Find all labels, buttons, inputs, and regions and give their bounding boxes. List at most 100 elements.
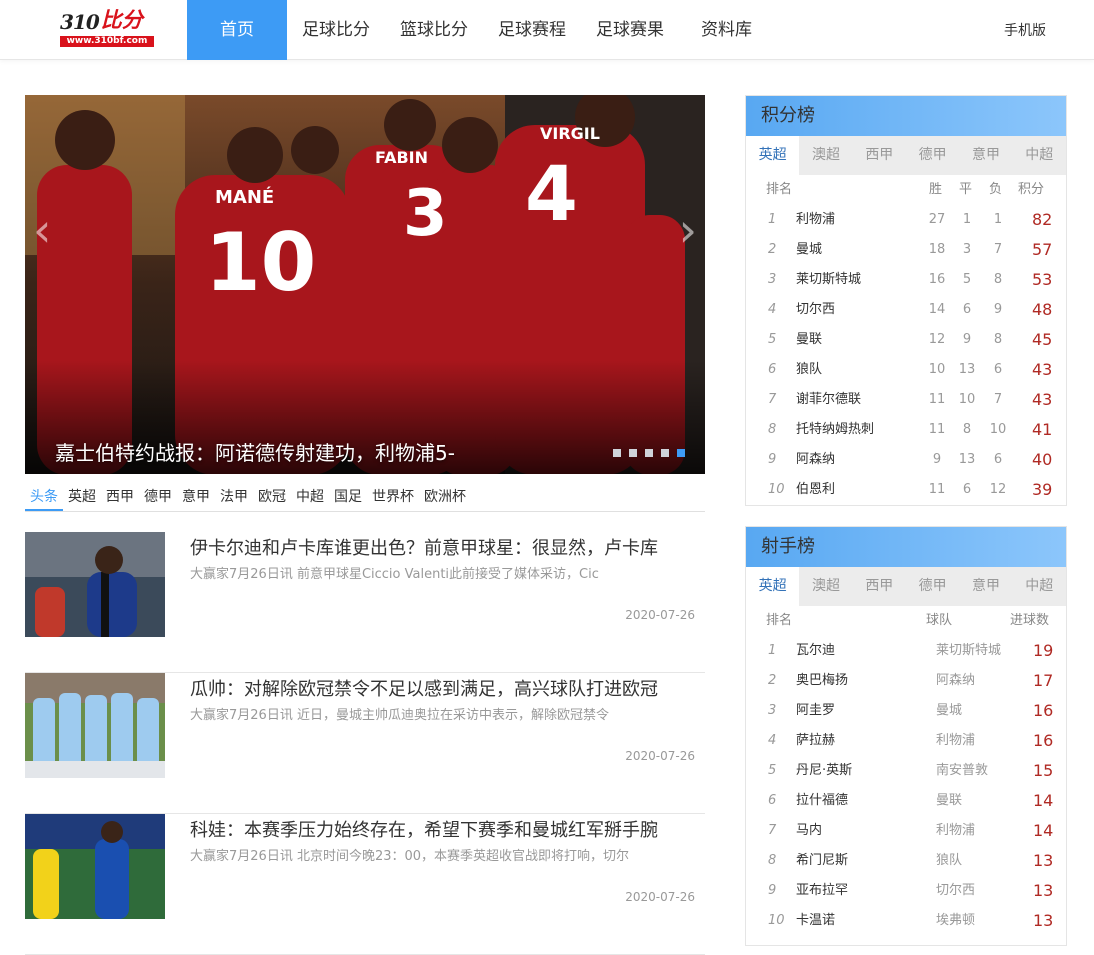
col-rank: 排名 [766, 182, 793, 197]
scorers-team[interactable]: 阿森纳 [936, 666, 975, 696]
carousel-prev-icon[interactable]: ‹ [33, 203, 51, 257]
scorers-row[interactable]: 8 希门尼斯 狼队 13 [746, 846, 1066, 876]
standings-team[interactable]: 托特纳姆热刺 [796, 415, 874, 445]
standings-team[interactable]: 曼城 [796, 235, 822, 265]
standings-tab-la-liga[interactable]: 西甲 [853, 136, 906, 175]
scorers-team[interactable]: 曼联 [936, 786, 962, 816]
nav-football-schedule[interactable]: 足球赛程 [483, 0, 581, 60]
standings-team[interactable]: 曼联 [796, 325, 822, 355]
scorers-row[interactable]: 10 卡温诺 埃弗顿 13 [746, 906, 1066, 936]
standings-row[interactable]: 6 狼队 10 13 6 43 [746, 355, 1066, 385]
mobile-version-link[interactable]: 手机版 [1004, 20, 1046, 40]
site-logo[interactable]: 310 比分 www.310bf.com [58, 8, 154, 48]
scorers-team[interactable]: 埃弗顿 [936, 906, 975, 936]
scorers-player[interactable]: 瓦尔迪 [796, 636, 835, 666]
scorers-player[interactable]: 亚布拉罕 [796, 876, 848, 906]
nav-basketball-scores[interactable]: 篮球比分 [385, 0, 483, 60]
scorers-tab-bundesliga[interactable]: 德甲 [906, 567, 959, 606]
standings-team[interactable]: 狼队 [796, 355, 822, 385]
standings-tab-a-league[interactable]: 澳超 [799, 136, 852, 175]
tab-premier-league[interactable]: 英超 [63, 480, 101, 511]
carousel-dot[interactable] [661, 449, 669, 457]
scorers-row[interactable]: 9 亚布拉罕 切尔西 13 [746, 876, 1066, 906]
scorers-team[interactable]: 利物浦 [936, 726, 975, 756]
scorers-team[interactable]: 曼城 [936, 696, 962, 726]
news-thumbnail[interactable] [25, 673, 165, 778]
scorers-player[interactable]: 萨拉赫 [796, 726, 835, 756]
scorers-team[interactable]: 莱切斯特城 [936, 636, 1001, 666]
scorers-row[interactable]: 5 丹尼·英斯 南安普敦 15 [746, 756, 1066, 786]
standings-row[interactable]: 2 曼城 18 3 7 57 [746, 235, 1066, 265]
scorers-player[interactable]: 丹尼·英斯 [796, 756, 852, 786]
tab-bundesliga[interactable]: 德甲 [139, 480, 177, 511]
news-carousel[interactable]: MANÉ 10 FABIN 3 VIRGIL 4 ‹ › 嘉士伯特约战报：阿诺德… [25, 95, 705, 474]
scorers-player[interactable]: 卡温诺 [796, 906, 835, 936]
standings-tab-epl[interactable]: 英超 [746, 136, 800, 175]
scorers-row[interactable]: 7 马内 利物浦 14 [746, 816, 1066, 846]
scorers-team[interactable]: 南安普敦 [936, 756, 988, 786]
scorers-tab-csl[interactable]: 中超 [1013, 567, 1066, 606]
scorers-team[interactable]: 切尔西 [936, 876, 975, 906]
standings-team[interactable]: 切尔西 [796, 295, 835, 325]
tab-champions-league[interactable]: 欧冠 [253, 480, 291, 511]
standings-team[interactable]: 阿森纳 [796, 445, 835, 475]
standings-tab-serie-a[interactable]: 意甲 [959, 136, 1012, 175]
tab-ligue-1[interactable]: 法甲 [215, 480, 253, 511]
news-thumbnail[interactable] [25, 814, 165, 919]
standings-tab-bundesliga[interactable]: 德甲 [906, 136, 959, 175]
news-item[interactable]: 科娃：本赛季压力始终存在，希望下赛季和曼城红军掰手腕 大赢家7月26日讯 北京时… [25, 814, 705, 955]
standings-row[interactable]: 1 利物浦 27 1 1 82 [746, 205, 1066, 235]
scorers-tab-la-liga[interactable]: 西甲 [853, 567, 906, 606]
scorers-tab-serie-a[interactable]: 意甲 [959, 567, 1012, 606]
tab-world-cup[interactable]: 世界杯 [367, 480, 419, 511]
carousel-dot[interactable] [629, 449, 637, 457]
scorers-player[interactable]: 马内 [796, 816, 822, 846]
standings-team[interactable]: 莱切斯特城 [796, 265, 861, 295]
scorers-player[interactable]: 拉什福德 [796, 786, 848, 816]
standings-team[interactable]: 伯恩利 [796, 475, 835, 505]
scorers-row[interactable]: 4 萨拉赫 利物浦 16 [746, 726, 1066, 756]
standings-tab-csl[interactable]: 中超 [1013, 136, 1066, 175]
nav-football-results[interactable]: 足球赛果 [581, 0, 679, 60]
news-item[interactable]: 瓜帅：对解除欧冠禁令不足以感到满足，高兴球队打进欧冠 大赢家7月26日讯 近日，… [25, 673, 705, 814]
scorers-team[interactable]: 狼队 [936, 846, 962, 876]
scorers-player[interactable]: 希门尼斯 [796, 846, 848, 876]
standings-row[interactable]: 10 伯恩利 11 6 12 39 [746, 475, 1066, 505]
carousel-caption[interactable]: 嘉士伯特约战报：阿诺德传射建功，利物浦5- [55, 437, 455, 466]
news-thumbnail[interactable] [25, 532, 165, 637]
scorers-row[interactable]: 3 阿圭罗 曼城 16 [746, 696, 1066, 726]
tab-national-team[interactable]: 国足 [329, 480, 367, 511]
news-item[interactable]: 伊卡尔迪和卢卡库谁更出色？前意甲球星：很显然，卢卡库 大赢家7月26日讯 前意甲… [25, 532, 705, 673]
scorers-team[interactable]: 利物浦 [936, 816, 975, 846]
scorers-row[interactable]: 1 瓦尔迪 莱切斯特城 19 [746, 636, 1066, 666]
standings-team[interactable]: 谢菲尔德联 [796, 385, 861, 415]
tab-la-liga[interactable]: 西甲 [101, 480, 139, 511]
carousel-dot-active[interactable] [677, 449, 685, 457]
scorers-player[interactable]: 奥巴梅扬 [796, 666, 848, 696]
nav-football-scores[interactable]: 足球比分 [287, 0, 385, 60]
scorers-player[interactable]: 阿圭罗 [796, 696, 835, 726]
tab-serie-a[interactable]: 意甲 [177, 480, 215, 511]
news-title[interactable]: 瓜帅：对解除欧冠禁令不足以感到满足，高兴球队打进欧冠 [190, 675, 700, 701]
tab-euro[interactable]: 欧洲杯 [419, 480, 471, 511]
standings-row[interactable]: 5 曼联 12 9 8 45 [746, 325, 1066, 355]
news-title[interactable]: 伊卡尔迪和卢卡库谁更出色？前意甲球星：很显然，卢卡库 [190, 534, 700, 560]
standings-row[interactable]: 3 莱切斯特城 16 5 8 53 [746, 265, 1066, 295]
scorers-tab-epl[interactable]: 英超 [746, 567, 800, 606]
nav-home[interactable]: 首页 [187, 0, 287, 60]
carousel-dot[interactable] [645, 449, 653, 457]
news-title[interactable]: 科娃：本赛季压力始终存在，希望下赛季和曼城红军掰手腕 [190, 816, 700, 842]
scorers-row[interactable]: 6 拉什福德 曼联 14 [746, 786, 1066, 816]
nav-database[interactable]: 资料库 [679, 0, 767, 60]
carousel-dot[interactable] [613, 449, 621, 457]
carousel-next-icon[interactable]: › [679, 203, 697, 257]
tab-csl[interactable]: 中超 [291, 480, 329, 511]
standings-row[interactable]: 9 阿森纳 9 13 6 40 [746, 445, 1066, 475]
scorers-row[interactable]: 2 奥巴梅扬 阿森纳 17 [746, 666, 1066, 696]
standings-row[interactable]: 4 切尔西 14 6 9 48 [746, 295, 1066, 325]
standings-row[interactable]: 8 托特纳姆热刺 11 8 10 41 [746, 415, 1066, 445]
tab-headlines[interactable]: 头条 [25, 480, 63, 511]
standings-row[interactable]: 7 谢菲尔德联 11 10 7 43 [746, 385, 1066, 415]
standings-team[interactable]: 利物浦 [796, 205, 835, 235]
scorers-tab-a-league[interactable]: 澳超 [799, 567, 852, 606]
